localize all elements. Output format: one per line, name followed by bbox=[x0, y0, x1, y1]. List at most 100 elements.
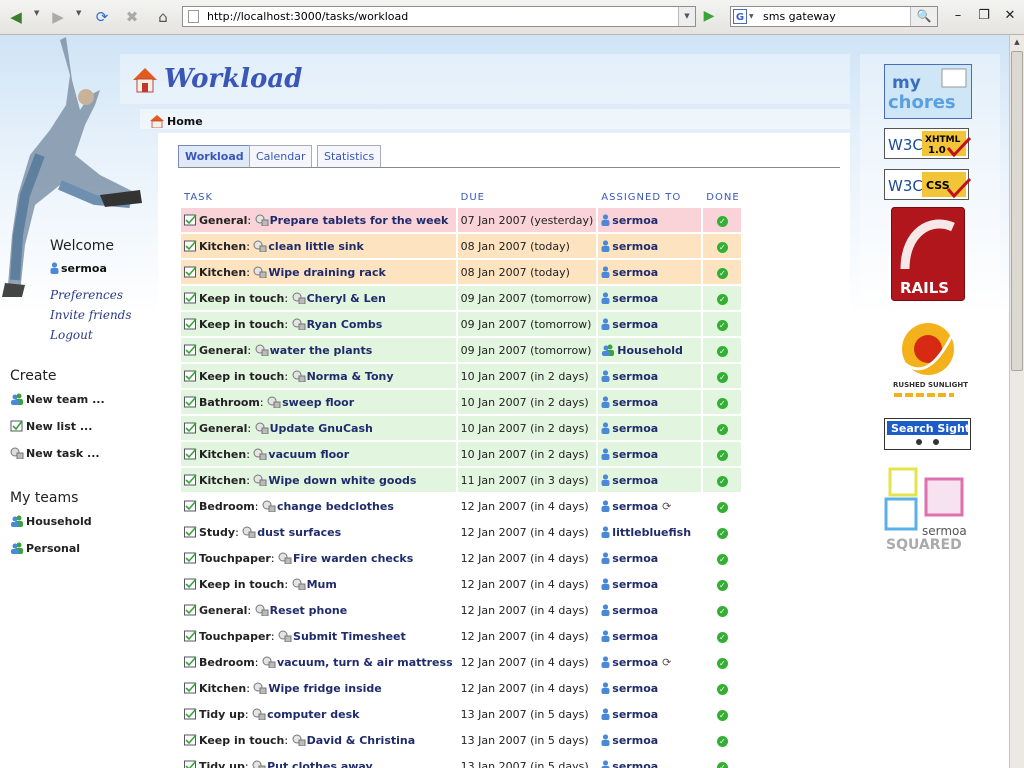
scroll-up-icon[interactable]: ▲ bbox=[1010, 35, 1024, 49]
invite-friends-link[interactable]: Invite friends bbox=[50, 308, 132, 322]
task-list-link[interactable]: Touchpaper bbox=[199, 630, 271, 643]
w3c-css-badge[interactable]: W3C CSS bbox=[884, 169, 972, 201]
task-link[interactable]: Put clothes away bbox=[267, 760, 373, 768]
task-link[interactable]: sweep floor bbox=[282, 396, 354, 409]
task-list-link[interactable]: Bathroom bbox=[199, 396, 260, 409]
col-done[interactable]: Done bbox=[703, 188, 743, 206]
close-icon[interactable]: ✕ bbox=[1002, 8, 1018, 24]
assignee-link[interactable]: sermoa bbox=[612, 734, 658, 747]
task-link[interactable]: Prepare tablets for the week bbox=[270, 214, 449, 227]
search-box[interactable]: G ▼ sms gateway 🔍 bbox=[730, 6, 938, 27]
done-check-icon[interactable]: ✓ bbox=[716, 657, 728, 669]
assignee-link[interactable]: sermoa bbox=[612, 266, 658, 279]
task-list-link[interactable]: Kitchen bbox=[199, 266, 246, 279]
done-check-icon[interactable]: ✓ bbox=[716, 605, 728, 617]
assignee-link[interactable]: sermoa bbox=[612, 448, 658, 461]
team-personal-label[interactable]: Personal bbox=[26, 542, 80, 555]
done-check-icon[interactable]: ✓ bbox=[716, 293, 728, 305]
rails-logo[interactable]: RAILS bbox=[891, 207, 965, 301]
task-list-link[interactable]: Kitchen bbox=[199, 474, 246, 487]
url-bar[interactable]: http://localhost:3000/tasks/workload ▼ bbox=[182, 6, 696, 27]
col-assigned-label[interactable]: Assigned to bbox=[601, 192, 681, 203]
url-text[interactable]: http://localhost:3000/tasks/workload bbox=[207, 10, 408, 23]
task-link[interactable]: Norma & Tony bbox=[307, 370, 394, 383]
task-link[interactable]: vacuum, turn & air mattress bbox=[277, 656, 453, 669]
current-user-name[interactable]: sermoa bbox=[61, 262, 107, 275]
done-check-icon[interactable]: ✓ bbox=[716, 423, 728, 435]
task-link[interactable]: vacuum floor bbox=[268, 448, 349, 461]
new-list-label[interactable]: New list ... bbox=[26, 420, 92, 433]
done-check-icon[interactable]: ✓ bbox=[716, 345, 728, 357]
task-link[interactable]: dust surfaces bbox=[257, 526, 341, 539]
back-dropdown-icon[interactable]: ▼ bbox=[34, 9, 39, 17]
team-household-link[interactable]: Household bbox=[10, 515, 92, 528]
task-list-link[interactable]: Kitchen bbox=[199, 682, 246, 695]
task-list-link[interactable]: Tidy up bbox=[199, 760, 245, 768]
done-check-icon[interactable]: ✓ bbox=[716, 241, 728, 253]
tab-statistics[interactable]: Statistics bbox=[317, 145, 382, 167]
task-list-link[interactable]: General bbox=[199, 344, 247, 357]
task-list-link[interactable]: Bedroom bbox=[199, 500, 255, 513]
task-link[interactable]: Reset phone bbox=[270, 604, 348, 617]
new-task-label[interactable]: New task ... bbox=[26, 447, 100, 460]
mychores-logo[interactable]: my chores bbox=[884, 64, 972, 119]
done-check-icon[interactable]: ✓ bbox=[716, 319, 728, 331]
assignee-link[interactable]: sermoa bbox=[612, 500, 658, 513]
assignee-link[interactable]: sermoa bbox=[612, 604, 658, 617]
task-link[interactable]: Cheryl & Len bbox=[307, 292, 386, 305]
task-list-link[interactable]: Tidy up bbox=[199, 708, 245, 721]
preferences-link[interactable]: Preferences bbox=[50, 288, 123, 302]
assignee-link[interactable]: sermoa bbox=[612, 370, 658, 383]
done-check-icon[interactable]: ✓ bbox=[716, 475, 728, 487]
current-user[interactable]: sermoa bbox=[50, 262, 107, 275]
scroll-thumb[interactable] bbox=[1011, 51, 1023, 371]
assignee-link[interactable]: sermoa bbox=[612, 630, 658, 643]
vertical-scrollbar[interactable]: ▲ bbox=[1009, 35, 1024, 768]
done-check-icon[interactable]: ✓ bbox=[716, 527, 728, 539]
task-link[interactable]: Wipe draining rack bbox=[268, 266, 385, 279]
task-list-link[interactable]: Study bbox=[199, 526, 235, 539]
tab-calendar[interactable]: Calendar bbox=[249, 145, 313, 167]
breadcrumb-home[interactable]: Home bbox=[167, 115, 203, 128]
task-list-link[interactable]: General bbox=[199, 214, 247, 227]
task-link[interactable]: Ryan Combs bbox=[307, 318, 383, 331]
done-check-icon[interactable]: ✓ bbox=[716, 215, 728, 227]
go-icon[interactable]: ▶ bbox=[700, 7, 718, 25]
new-list-link[interactable]: New list ... bbox=[10, 420, 92, 433]
reload-icon[interactable]: ⟳ bbox=[92, 7, 112, 27]
done-check-icon[interactable]: ✓ bbox=[716, 579, 728, 591]
task-list-link[interactable]: Keep in touch bbox=[199, 318, 284, 331]
assignee-link[interactable]: sermoa bbox=[612, 396, 658, 409]
task-link[interactable]: David & Christina bbox=[307, 734, 416, 747]
rushed-sunlight-logo[interactable]: RUSHED SUNLIGHT bbox=[884, 313, 972, 405]
assignee-link[interactable]: sermoa bbox=[612, 240, 658, 253]
assignee-link[interactable]: sermoa bbox=[612, 578, 658, 591]
search-go-icon[interactable]: 🔍 bbox=[910, 7, 937, 26]
task-list-link[interactable]: General bbox=[199, 422, 247, 435]
col-done-label[interactable]: Done bbox=[706, 192, 739, 203]
assignee-link[interactable]: sermoa bbox=[612, 656, 658, 669]
search-input[interactable]: sms gateway bbox=[763, 10, 836, 23]
home-icon[interactable]: ⌂ bbox=[153, 7, 173, 27]
minimize-icon[interactable]: – bbox=[950, 8, 966, 24]
forward-dropdown-icon[interactable]: ▼ bbox=[76, 9, 81, 17]
task-list-link[interactable]: Kitchen bbox=[199, 448, 246, 461]
col-assigned[interactable]: Assigned to bbox=[598, 188, 703, 206]
task-list-link[interactable]: Bedroom bbox=[199, 656, 255, 669]
assignee-link[interactable]: littlebluefish bbox=[612, 526, 691, 539]
task-link[interactable]: clean little sink bbox=[268, 240, 363, 253]
done-check-icon[interactable]: ✓ bbox=[716, 397, 728, 409]
done-check-icon[interactable]: ✓ bbox=[716, 371, 728, 383]
done-check-icon[interactable]: ✓ bbox=[716, 631, 728, 643]
task-link[interactable]: Fire warden checks bbox=[293, 552, 413, 565]
done-check-icon[interactable]: ✓ bbox=[716, 553, 728, 565]
col-due-label[interactable]: Due bbox=[461, 192, 485, 203]
stop-icon[interactable]: ✖ bbox=[122, 7, 142, 27]
forward-icon[interactable]: ▶ bbox=[48, 7, 68, 27]
task-link[interactable]: Wipe fridge inside bbox=[268, 682, 381, 695]
task-list-link[interactable]: Keep in touch bbox=[199, 292, 284, 305]
team-household-label[interactable]: Household bbox=[26, 515, 92, 528]
search-engine-icon[interactable]: G bbox=[733, 9, 747, 24]
assignee-link[interactable]: sermoa bbox=[612, 552, 658, 565]
col-task[interactable]: Task bbox=[181, 188, 458, 206]
